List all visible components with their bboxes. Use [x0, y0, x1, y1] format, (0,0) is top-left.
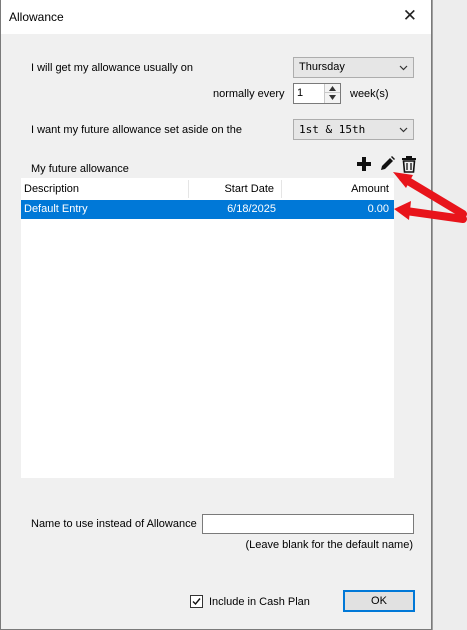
pencil-icon[interactable]: [378, 155, 396, 173]
column-header-description[interactable]: Description: [24, 183, 79, 195]
trash-icon[interactable]: [400, 155, 418, 173]
future-allowance-list[interactable]: Description Start Date Amount Default En…: [21, 178, 394, 478]
allowance-day-label: I will get my allowance usually on: [31, 62, 194, 74]
set-aside-select[interactable]: 1st & 15th: [293, 119, 414, 140]
list-header: Description Start Date Amount: [21, 178, 394, 200]
frequency-label: normally every: [213, 88, 285, 100]
chevron-down-icon: [399, 127, 408, 133]
cash-plan-label[interactable]: Include in Cash Plan: [209, 596, 310, 608]
alias-input[interactable]: [202, 514, 414, 534]
allowance-day-select[interactable]: Thursday: [293, 57, 414, 78]
stepper-up-button[interactable]: [325, 84, 340, 93]
background-window: [432, 0, 467, 630]
chevron-down-icon: [399, 65, 408, 71]
row-description: Default Entry: [24, 203, 88, 215]
allowance-dialog: Allowance ✕ I will get my allowance usua…: [0, 0, 432, 630]
window-title: Allowance: [9, 10, 64, 24]
row-start-date: 6/18/2025: [227, 203, 276, 215]
column-header-amount[interactable]: Amount: [351, 183, 389, 195]
plus-icon[interactable]: [355, 155, 373, 173]
frequency-unit: week(s): [350, 88, 389, 100]
column-separator[interactable]: [281, 180, 282, 198]
set-aside-label: I want my future allowance set aside on …: [31, 124, 242, 136]
stepper-down-button[interactable]: [325, 93, 340, 102]
ok-button[interactable]: OK: [343, 590, 415, 612]
title-bar: Allowance ✕: [1, 0, 431, 34]
frequency-value: 1: [297, 87, 304, 99]
column-separator[interactable]: [188, 180, 189, 198]
row-amount: 0.00: [367, 203, 389, 215]
column-header-start-date[interactable]: Start Date: [224, 183, 274, 195]
arrow-down-icon: [329, 95, 336, 100]
list-row-selected[interactable]: Default Entry 6/18/2025 0.00: [21, 200, 394, 219]
alias-label: Name to use instead of Allowance: [31, 518, 197, 530]
close-icon[interactable]: ✕: [403, 7, 417, 24]
cash-plan-checkbox[interactable]: [190, 595, 203, 608]
stepper-buttons: [324, 84, 340, 103]
future-allowance-label: My future allowance: [31, 163, 129, 175]
allowance-day-value: Thursday: [299, 61, 345, 73]
checkmark-icon: [192, 598, 201, 606]
arrow-up-icon: [329, 86, 336, 91]
alias-hint: (Leave blank for the default name): [245, 539, 413, 551]
frequency-stepper[interactable]: 1: [293, 83, 341, 104]
set-aside-value: 1st & 15th: [299, 123, 366, 136]
